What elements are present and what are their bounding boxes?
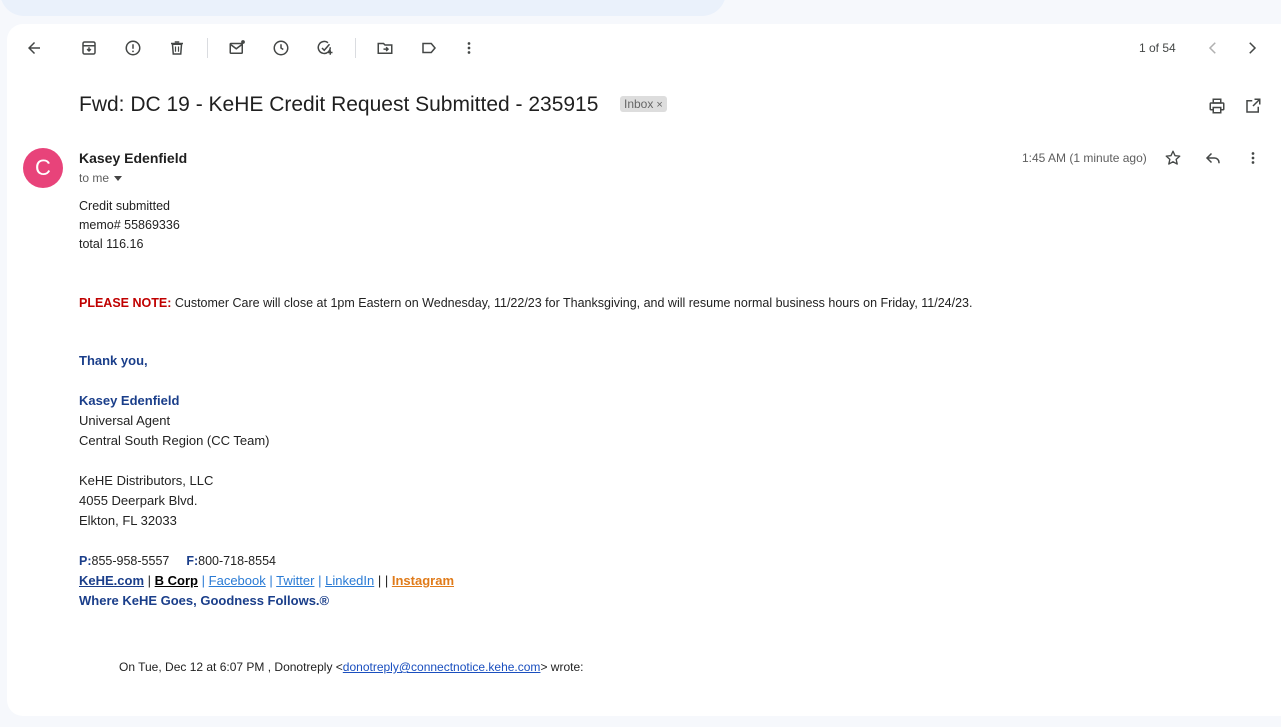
kehe-link[interactable]: KeHE.com: [79, 573, 144, 588]
instagram-link[interactable]: Instagram: [392, 573, 454, 588]
quote-suffix: > wrote:: [540, 660, 584, 674]
print-icon[interactable]: [1205, 94, 1229, 118]
toolbar-divider: [207, 38, 208, 58]
email-timestamp: 1:45 AM (1 minute ago): [1022, 151, 1147, 165]
move-to-icon[interactable]: [373, 36, 397, 60]
link-separator: |: [269, 573, 273, 588]
reply-icon[interactable]: [1201, 146, 1225, 170]
chevron-down-icon: [114, 176, 123, 182]
link-separator: |: [201, 573, 206, 588]
inbox-label-chip[interactable]: Inbox ×: [620, 96, 667, 112]
body-line-total: total 116.16: [79, 237, 144, 251]
delete-icon[interactable]: [165, 36, 189, 60]
linkedin-link[interactable]: LinkedIn: [325, 573, 374, 588]
signature-title: Universal Agent: [79, 413, 171, 428]
twitter-link[interactable]: Twitter: [276, 573, 314, 588]
quote-prefix: On Tue, Dec 12 at 6:07 PM , Donotreply <: [119, 660, 343, 674]
email-view: 1 of 54 Fwd: DC 19 - KeHE Credit Request…: [7, 24, 1281, 716]
link-separator: | |: [377, 573, 389, 588]
signature-name: Kasey Edenfield: [79, 393, 180, 408]
snooze-icon[interactable]: [269, 36, 293, 60]
add-to-tasks-icon[interactable]: [313, 36, 337, 60]
fax-number: 800-718-8554: [198, 554, 276, 568]
holiday-notice: PLEASE NOTE: Customer Care will close at…: [79, 296, 972, 310]
open-new-window-icon[interactable]: [1241, 94, 1265, 118]
avatar[interactable]: C: [23, 148, 63, 188]
notice-label: PLEASE NOTE:: [79, 296, 172, 310]
page-count: 1 of 54: [1139, 41, 1176, 55]
signature-region: Central South Region (CC Team): [79, 433, 270, 448]
company-tagline: Where KeHE Goes, Goodness Follows.®: [79, 593, 330, 608]
company-name: KeHE Distributors, LLC: [79, 473, 214, 488]
back-arrow-icon[interactable]: [22, 36, 46, 60]
link-separator: |: [147, 573, 152, 588]
more-vert-icon[interactable]: [457, 36, 481, 60]
address-line-2: Elkton, FL 32033: [79, 513, 177, 528]
phone-label: P:: [79, 554, 92, 568]
body-line-memo: memo# 55869336: [79, 218, 180, 232]
email-subject: Fwd: DC 19 - KeHE Credit Request Submitt…: [79, 93, 599, 116]
star-icon[interactable]: [1161, 146, 1185, 170]
labels-icon[interactable]: [417, 36, 441, 60]
remove-label-icon[interactable]: ×: [656, 99, 662, 111]
search-bar[interactable]: [0, 0, 726, 16]
message-more-icon[interactable]: [1241, 146, 1265, 170]
sender-email-link[interactable]: donotreply@connectnotice.kehe.com: [343, 660, 541, 674]
recipients-toggle[interactable]: to me: [79, 171, 123, 185]
archive-icon[interactable]: [77, 36, 101, 60]
thanks-line: Thank you,: [79, 353, 148, 368]
quoted-header: On Tue, Dec 12 at 6:07 PM , Donotreply <…: [119, 660, 583, 674]
bcorp-link[interactable]: B Corp: [155, 573, 198, 588]
sender-name[interactable]: Kasey Edenfield: [79, 150, 187, 166]
fax-label: F:: [186, 554, 199, 568]
inbox-label-text: Inbox: [624, 97, 654, 111]
email-toolbar: 1 of 54: [7, 24, 1281, 72]
mark-unread-icon[interactable]: [225, 36, 249, 60]
facebook-link[interactable]: Facebook: [209, 573, 266, 588]
signature-links: KeHE.com | B Corp | Facebook | Twitter |…: [79, 573, 454, 588]
body-line-credit: Credit submitted: [79, 199, 171, 213]
newer-chevron-icon[interactable]: [1201, 36, 1225, 60]
to-me-label: to me: [79, 171, 110, 185]
report-spam-icon[interactable]: [121, 36, 145, 60]
contact-numbers: P:855-958-5557 F:800-718-8554: [79, 554, 276, 568]
link-separator: |: [318, 573, 322, 588]
older-chevron-icon[interactable]: [1240, 36, 1264, 60]
toolbar-divider: [355, 38, 356, 58]
notice-text: Customer Care will close at 1pm Eastern …: [171, 296, 973, 310]
address-line-1: 4055 Deerpark Blvd.: [79, 493, 198, 508]
phone-number: 855-958-5557: [91, 554, 170, 568]
